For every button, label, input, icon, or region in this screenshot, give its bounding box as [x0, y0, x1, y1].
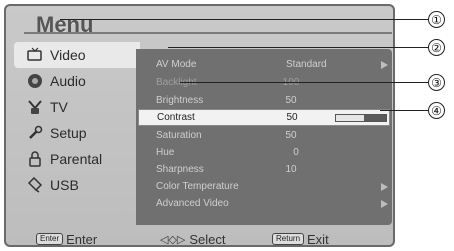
title-rule [24, 32, 392, 34]
sidebar-item-label: Audio [50, 73, 86, 89]
select-hint: ◁◇▷ Select [160, 231, 226, 247]
callout-2: ② [428, 39, 445, 56]
sidebar: Video Audio TV Setup Parental USB [14, 38, 140, 198]
arrow-keys-icon: ◁◇▷ [160, 233, 186, 246]
sidebar-item-setup[interactable]: Setup [14, 120, 140, 146]
setting-contrast[interactable]: Contrast 50 [138, 109, 390, 126]
sidebar-item-label: Setup [50, 125, 87, 141]
return-key-icon: Return [272, 233, 305, 245]
enter-key-icon: Enter [36, 233, 64, 245]
tv-screen-icon [26, 47, 44, 63]
setting-hue[interactable]: Hue 0 [136, 144, 392, 161]
setting-color-temperature[interactable]: Color Temperature [136, 178, 392, 195]
lock-icon [26, 151, 44, 167]
contrast-slider[interactable] [335, 114, 387, 122]
sidebar-item-label: TV [50, 99, 68, 115]
speaker-icon [26, 73, 44, 89]
contrast-slider-fill [336, 115, 364, 121]
callout-1: ① [428, 11, 445, 28]
antenna-icon [26, 99, 44, 115]
menu-title: Menu [36, 12, 94, 37]
setting-av-mode[interactable]: AV Mode Standard [136, 56, 392, 73]
arrow-right-icon [381, 60, 388, 69]
setting-advanced-video[interactable]: Advanced Video [136, 195, 392, 212]
exit-hint: Return Exit [272, 232, 329, 247]
setting-saturation[interactable]: Saturation 50 [136, 127, 392, 144]
callout-line-4 [380, 110, 428, 111]
enter-hint: Enter Enter [36, 232, 97, 247]
setting-brightness[interactable]: Brightness 50 [136, 92, 392, 109]
wrench-icon [26, 125, 44, 141]
callout-line-1 [60, 19, 428, 20]
callout-line-2 [168, 47, 428, 48]
video-settings-panel: AV Mode Standard Backlight 100 Brightnes… [136, 49, 392, 225]
callout-line-3 [180, 82, 428, 83]
tv-menu-panel: Menu Video Audio TV Setup Parental USB A… [4, 4, 395, 247]
sidebar-item-label: USB [50, 177, 79, 193]
setting-sharpness[interactable]: Sharpness 10 [136, 161, 392, 178]
footer-hints: Enter Enter ◁◇▷ Select Return Exit [14, 230, 394, 248]
sidebar-item-usb[interactable]: USB [14, 172, 140, 198]
sidebar-item-video[interactable]: Video [14, 42, 140, 68]
sidebar-item-label: Parental [50, 151, 103, 167]
sidebar-item-parental[interactable]: Parental [14, 146, 140, 172]
sidebar-item-audio[interactable]: Audio [14, 68, 140, 94]
arrow-right-icon [381, 182, 388, 191]
arrow-right-icon [381, 199, 388, 208]
callout-3: ③ [428, 74, 445, 91]
sidebar-item-tv[interactable]: TV [14, 94, 140, 120]
callout-4: ④ [428, 102, 445, 119]
sidebar-item-label: Video [50, 47, 86, 63]
usb-icon [26, 177, 44, 193]
